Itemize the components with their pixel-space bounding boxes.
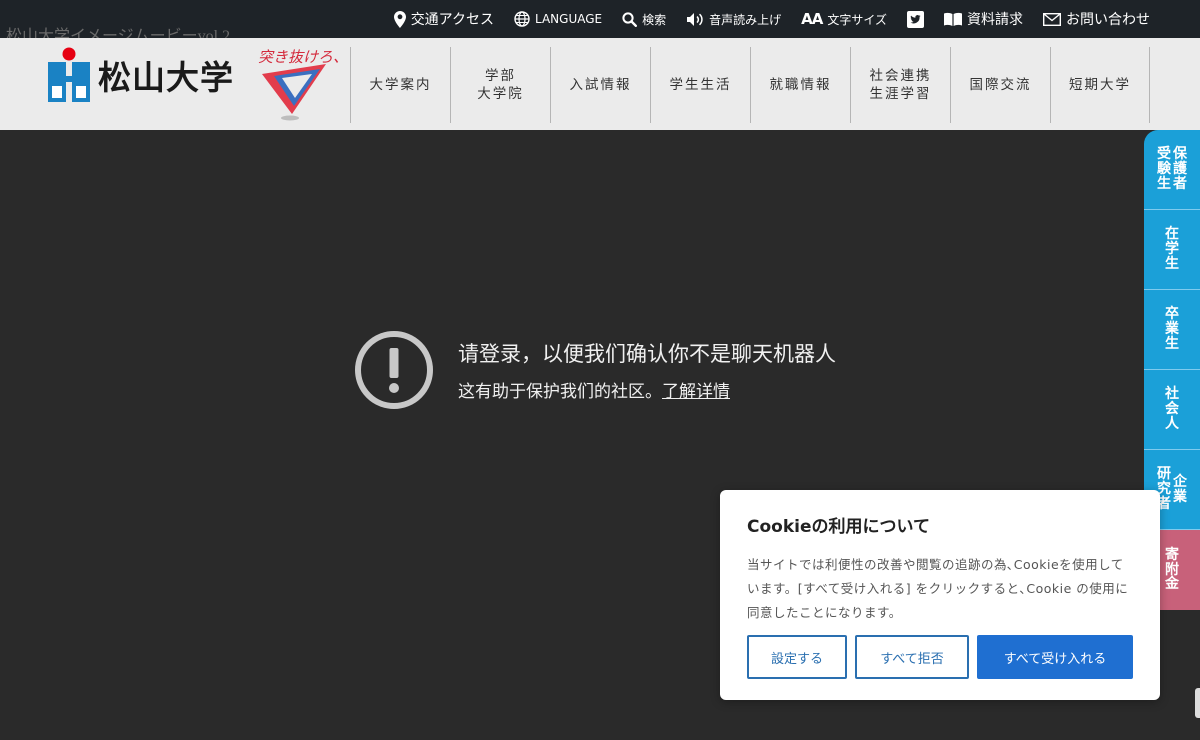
font-size-icon: AA <box>801 10 823 28</box>
learn-more-link[interactable]: 了解详情 <box>662 382 730 402</box>
search-label: 検索 <box>642 12 667 27</box>
login-prompt: 请登录，以便我们确认你不是聊天机器人 这有助于保护我们的社区。了解详情 <box>354 330 836 410</box>
font-size-label: 文字サイズ <box>827 12 887 27</box>
nav-international[interactable]: 国際交流 <box>950 47 1050 123</box>
access-link[interactable]: 交通アクセス <box>393 9 494 29</box>
side-tab-donation-label: 寄附金 <box>1165 548 1179 592</box>
language-label: LANGUAGE <box>535 12 603 26</box>
twitter-link[interactable] <box>907 10 924 28</box>
cookie-settings-button[interactable]: 設定する <box>747 635 847 679</box>
nav-about[interactable]: 大学案内 <box>350 47 450 123</box>
language-link[interactable]: LANGUAGE <box>514 11 602 27</box>
nav-faculties[interactable]: 学部 大学院 <box>450 47 550 123</box>
cookie-buttons: 設定する すべて拒否 すべて受け入れる <box>747 635 1133 679</box>
side-tab-char: 寄 <box>1165 546 1179 563</box>
side-tab-parents-applicants[interactable]: 保護者 受験生 <box>1144 130 1200 210</box>
side-tab-char: 保 <box>1173 146 1187 163</box>
side-tab-companies-label: 企業 <box>1173 475 1187 504</box>
exclamation-circle-icon <box>355 331 433 409</box>
main-nav: 大学案内 学部 大学院 入試情報 学生生活 就職情報 社会連携 生涯学習 国際交… <box>350 47 1150 123</box>
cookie-accept-button[interactable]: すべて受け入れる <box>977 635 1133 679</box>
read-aloud-label: 音声読み上げ <box>709 12 782 27</box>
slogan-mark-icon: 突き抜けろ、ミライ。 <box>258 48 408 121</box>
login-prompt-title: 请登录，以便我们确认你不是聊天机器人 <box>458 342 836 366</box>
cookie-dialog: Cookieの利用について 当サイトでは利便性の改善や閲覧の追跡の為､Cooki… <box>720 490 1160 700</box>
speaker-icon <box>687 12 703 26</box>
scrollbar-thumb[interactable] <box>1195 688 1200 718</box>
side-tab-char: 卒 <box>1165 306 1179 323</box>
mail-icon <box>1043 12 1061 26</box>
side-tab-char: 企 <box>1173 473 1187 490</box>
read-aloud-link[interactable]: 音声読み上げ <box>686 11 781 28</box>
side-tab-alumni-label: 卒業生 <box>1165 307 1179 351</box>
side-tab-adults-label: 社会人 <box>1165 387 1179 431</box>
university-emblem-icon <box>48 47 90 102</box>
nav-community[interactable]: 社会連携 生涯学習 <box>850 47 950 123</box>
side-tab-char: 験 <box>1157 161 1171 178</box>
side-tab-char: 人 <box>1165 415 1179 432</box>
top-nav: 交通アクセス LANGUAGE 検索 音声読み上げ AA 文字サイズ 資料請求 … <box>393 0 1150 38</box>
side-tab-char: 在 <box>1165 226 1179 243</box>
side-tab-students-label: 在学生 <box>1165 227 1179 271</box>
book-icon <box>944 12 962 26</box>
side-tab-char: 生 <box>1157 175 1171 192</box>
slogan-text: 突き抜けろ、ミライ。 <box>258 48 340 66</box>
side-tab-char: 金 <box>1165 576 1179 593</box>
twitter-icon <box>907 10 924 28</box>
location-pin-icon <box>393 10 406 28</box>
globe-icon <box>514 11 530 27</box>
nav-careers[interactable]: 就職情報 <box>750 47 850 123</box>
side-tab-char: 生 <box>1165 255 1179 272</box>
site-logo[interactable]: 松山大学 <box>48 46 234 104</box>
site-header: 松山大学 突き抜けろ、ミライ。 大学案内 学部 大学院 入試情報 学生生活 就職… <box>0 38 1200 130</box>
side-tab-char: 会 <box>1165 401 1179 418</box>
cookie-body: 当サイトでは利便性の改善や閲覧の追跡の為､Cookieを使用しています。[すべて… <box>747 557 1129 620</box>
login-prompt-subtitle-text: 这有助于保护我们的社区。 <box>458 382 662 402</box>
cookie-reject-button[interactable]: すべて拒否 <box>855 635 969 679</box>
font-size-link[interactable]: AA 文字サイズ <box>801 10 887 28</box>
side-tab-char: 護 <box>1173 161 1187 178</box>
side-tab-applicants-label: 受験生 <box>1157 147 1171 191</box>
nav-admissions[interactable]: 入試情報 <box>550 47 650 123</box>
search-link[interactable]: 検索 <box>622 11 666 28</box>
university-name: 松山大学 <box>98 58 234 97</box>
side-tab-char: 生 <box>1165 335 1179 352</box>
side-tab-char: 社 <box>1165 386 1179 403</box>
nav-junior-college[interactable]: 短期大学 <box>1050 47 1150 123</box>
side-tab-char: 業 <box>1165 321 1179 338</box>
slogan-logo: 突き抜けろ、ミライ。 <box>254 44 408 126</box>
contact-link[interactable]: お問い合わせ <box>1043 9 1150 29</box>
side-tab-parents-label: 保護者 <box>1173 147 1187 191</box>
request-materials-label: 資料請求 <box>967 12 1023 28</box>
top-utility-bar: 松山大学イメージムービーvol.2 交通アクセス LANGUAGE 検索 音声読… <box>0 0 1200 45</box>
cookie-title: Cookieの利用について <box>747 517 930 537</box>
search-icon <box>622 11 638 27</box>
nav-student-life[interactable]: 学生生活 <box>650 47 750 123</box>
side-tab-char: 研 <box>1157 466 1171 483</box>
contact-label: お問い合わせ <box>1066 12 1150 28</box>
request-materials-link[interactable]: 資料請求 <box>944 9 1023 29</box>
side-tab-char: 者 <box>1173 175 1187 192</box>
side-tab-alumni[interactable]: 卒業生 <box>1144 290 1200 370</box>
login-prompt-subtitle: 这有助于保护我们的社区。了解详情 <box>458 377 836 402</box>
side-tab-char: 学 <box>1165 241 1179 258</box>
side-tab-adults[interactable]: 社会人 <box>1144 370 1200 450</box>
access-label: 交通アクセス <box>410 12 494 28</box>
side-tab-students[interactable]: 在学生 <box>1144 210 1200 290</box>
side-tab-char: 受 <box>1157 146 1171 163</box>
side-tab-char: 業 <box>1173 488 1187 505</box>
